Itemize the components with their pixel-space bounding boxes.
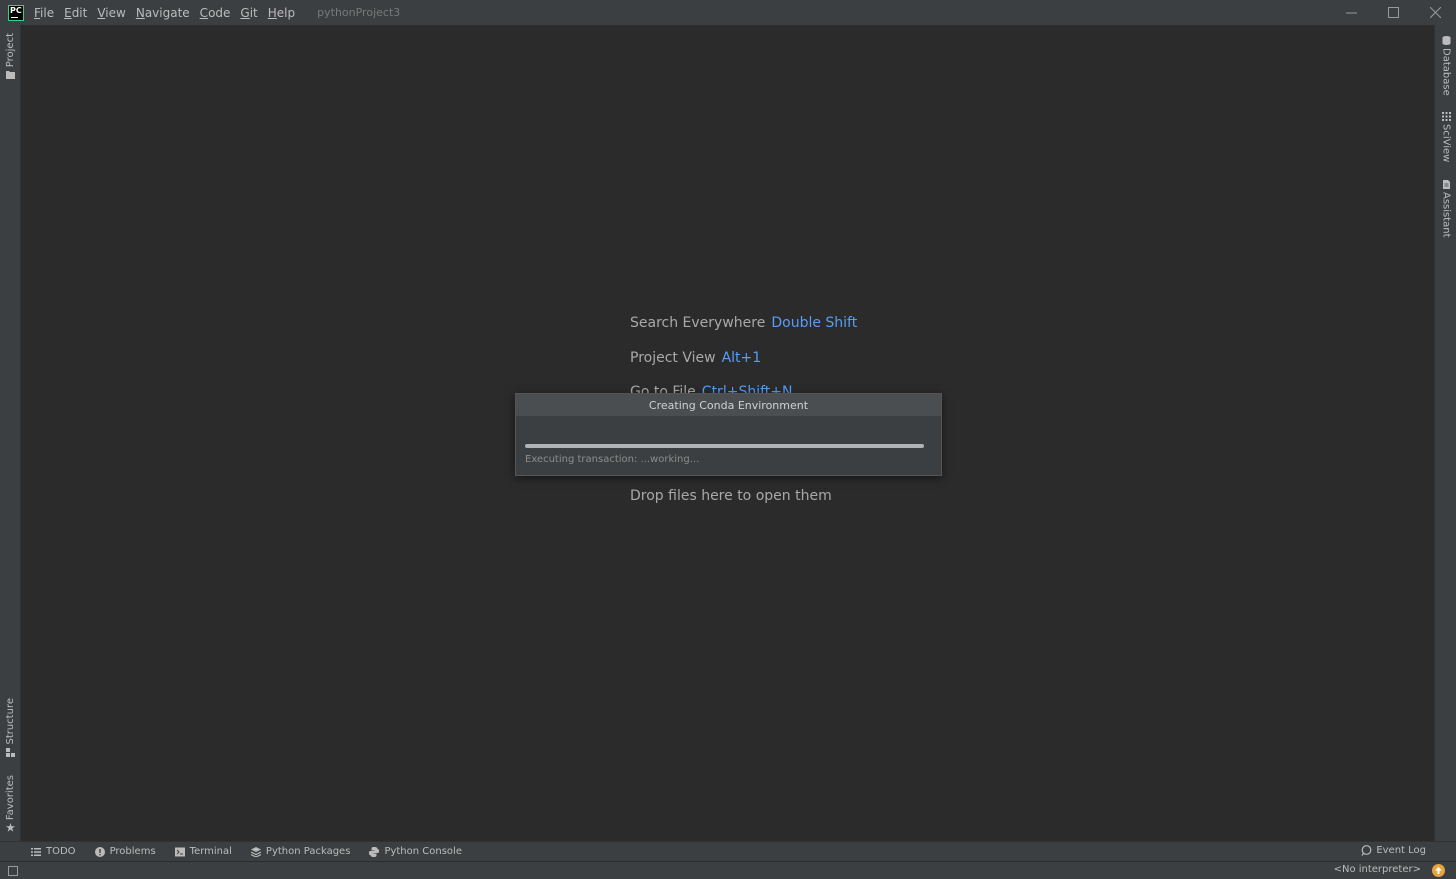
structure-tab-label: Structure bbox=[5, 698, 16, 745]
tool-windows-toggle-icon[interactable] bbox=[8, 866, 18, 876]
hint-label: Project View bbox=[630, 350, 716, 366]
structure-icon bbox=[6, 747, 15, 757]
event-log-icon bbox=[1361, 845, 1372, 856]
close-icon bbox=[1429, 7, 1441, 18]
hint-label: Search Everywhere bbox=[630, 315, 766, 331]
right-tool-strip: Database SciView Assistant bbox=[1434, 25, 1456, 841]
main-menu: File Edit View Navigate Code Git Help bbox=[34, 6, 305, 20]
database-tool-tab[interactable]: Database bbox=[1435, 33, 1456, 96]
maximize-icon bbox=[1387, 7, 1399, 18]
database-tab-label: Database bbox=[1440, 48, 1452, 96]
folder-icon bbox=[6, 71, 15, 80]
close-button[interactable] bbox=[1414, 0, 1456, 25]
terminal-icon bbox=[174, 847, 185, 856]
progress-fill bbox=[525, 444, 924, 448]
assistant-tool-tab[interactable]: Assistant bbox=[1435, 177, 1456, 238]
project-name: pythonProject3 bbox=[317, 6, 401, 19]
hint-search-everywhere: Search Everywhere Double Shift bbox=[630, 315, 857, 331]
problems-tab-label: Problems bbox=[109, 846, 156, 857]
todo-tab-label: TODO bbox=[46, 846, 76, 857]
event-log-tab[interactable]: Event Log bbox=[1361, 845, 1426, 856]
problems-tab[interactable]: Problems bbox=[94, 846, 156, 857]
project-tool-tab[interactable]: Project bbox=[0, 33, 21, 82]
terminal-tab[interactable]: Terminal bbox=[174, 846, 232, 857]
window-controls bbox=[1330, 0, 1456, 25]
title-bar: PC File Edit View Navigate Code Git Help… bbox=[0, 0, 1456, 25]
hint-shortcut: Alt+1 bbox=[721, 350, 762, 366]
event-log-label: Event Log bbox=[1376, 845, 1426, 856]
notification-icon[interactable] bbox=[1432, 864, 1445, 877]
pycharm-logo-icon: PC bbox=[8, 4, 24, 21]
problems-icon bbox=[94, 846, 105, 857]
menu-view[interactable]: View bbox=[97, 6, 125, 20]
python-packages-tab[interactable]: Python Packages bbox=[250, 846, 351, 857]
menu-code[interactable]: Code bbox=[200, 6, 231, 20]
python-console-tab[interactable]: Python Console bbox=[369, 846, 462, 857]
minimize-button[interactable] bbox=[1330, 0, 1372, 25]
menu-help[interactable]: Help bbox=[268, 6, 295, 20]
database-icon bbox=[1442, 36, 1450, 45]
favorites-tab-label: Favorites bbox=[5, 775, 16, 821]
menu-edit[interactable]: Edit bbox=[64, 6, 87, 20]
hint-project-view: Project View Alt+1 bbox=[630, 350, 761, 366]
python-console-tab-label: Python Console bbox=[384, 846, 462, 857]
menu-navigate[interactable]: Navigate bbox=[136, 6, 190, 20]
document-icon bbox=[1442, 180, 1450, 189]
python-packages-tab-label: Python Packages bbox=[265, 846, 351, 857]
status-bar: <No interpreter> bbox=[0, 861, 1456, 879]
favorites-tool-tab[interactable]: Favorites bbox=[0, 775, 21, 835]
bottom-tool-bar: TODO Problems Terminal Python Packages P… bbox=[0, 841, 1456, 861]
project-tab-label: Project bbox=[5, 33, 16, 68]
sciview-tab-label: SciView bbox=[1440, 124, 1452, 163]
structure-tool-tab[interactable]: Structure bbox=[0, 698, 21, 760]
menu-git[interactable]: Git bbox=[240, 6, 257, 20]
hint-drop-files: Drop files here to open them bbox=[630, 488, 832, 504]
assistant-tab-label: Assistant bbox=[1440, 192, 1452, 238]
sciview-tool-tab[interactable]: SciView bbox=[1435, 109, 1456, 162]
grid-icon bbox=[1441, 112, 1451, 121]
dialog-status-text: Executing transaction: ...working... bbox=[525, 454, 700, 465]
conda-progress-dialog: Creating Conda Environment Executing tra… bbox=[515, 393, 942, 476]
list-icon bbox=[31, 847, 41, 856]
layers-icon bbox=[250, 846, 261, 857]
python-icon bbox=[369, 846, 380, 857]
menu-file[interactable]: File bbox=[34, 6, 54, 20]
terminal-tab-label: Terminal bbox=[189, 846, 232, 857]
dialog-title: Creating Conda Environment bbox=[516, 394, 941, 416]
maximize-button[interactable] bbox=[1372, 0, 1414, 25]
interpreter-selector[interactable]: <No interpreter> bbox=[1334, 864, 1421, 875]
minimize-icon bbox=[1345, 12, 1357, 14]
progress-bar bbox=[525, 444, 924, 448]
hint-label: Drop files here to open them bbox=[630, 488, 832, 504]
hint-shortcut: Double Shift bbox=[771, 315, 858, 331]
star-icon bbox=[6, 823, 15, 832]
todo-tab[interactable]: TODO bbox=[31, 846, 76, 857]
left-tool-strip: Project Structure Favorites bbox=[0, 25, 21, 841]
arrow-up-icon bbox=[1435, 867, 1442, 874]
